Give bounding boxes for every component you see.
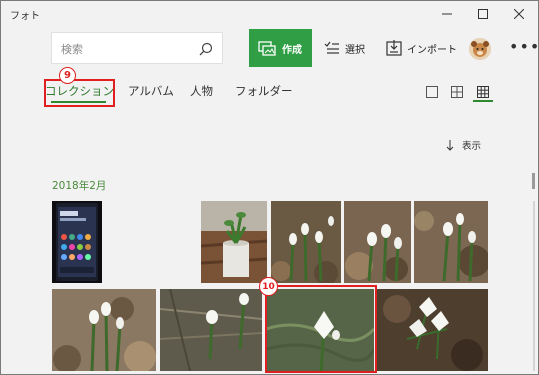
tab-label: 人物 — [190, 84, 213, 98]
photo-thumbnail-snowdrops-5[interactable] — [160, 289, 262, 371]
minimize-button[interactable] — [429, 1, 465, 27]
close-button[interactable] — [501, 1, 537, 27]
tab-label: アルバム — [128, 84, 174, 98]
select-icon — [324, 41, 339, 54]
annotation-badge-10: 10 — [259, 277, 278, 296]
scrollbar-track — [533, 201, 535, 371]
search-box[interactable] — [51, 32, 223, 64]
highlight-box-collection — [44, 79, 115, 107]
sort-label: 表示 — [462, 141, 482, 152]
date-heading: 2018年2月 — [52, 180, 107, 192]
create-label: 作成 — [282, 44, 302, 56]
title-bar: フォト — [1, 1, 538, 27]
active-view-indicator — [473, 100, 493, 102]
import-label: インポート — [407, 44, 457, 56]
tab-folders[interactable]: フォルダー — [235, 81, 293, 107]
import-button[interactable]: インポート — [386, 29, 457, 67]
import-icon — [386, 40, 402, 56]
highlight-box-photo — [265, 285, 377, 373]
tab-album[interactable]: アルバム — [128, 81, 174, 107]
window-title: フォト — [10, 11, 40, 22]
sort-button[interactable]: 表示 — [446, 138, 481, 152]
sort-arrow-icon — [446, 139, 454, 151]
select-button[interactable]: 選択 — [324, 29, 365, 67]
photo-thumbnail-snowdrops-4[interactable] — [52, 289, 156, 371]
view-small-icon[interactable] — [476, 84, 490, 98]
annotation-badge-9: 9 — [59, 67, 76, 84]
photos-window: フォト 作成 選択 — [0, 0, 539, 375]
create-icon — [258, 41, 276, 56]
close-icon — [514, 9, 524, 19]
more-icon[interactable]: ••• — [509, 37, 539, 56]
maximize-icon — [478, 9, 488, 19]
tab-label: フォルダー — [235, 84, 293, 98]
photo-thumbnail-snowdrops-2[interactable] — [344, 201, 411, 283]
photo-thumbnail-potted-plant[interactable] — [201, 201, 267, 283]
create-button[interactable]: 作成 — [249, 29, 312, 67]
photo-thumbnail-snowdrops-3[interactable] — [414, 201, 488, 283]
search-input[interactable] — [61, 40, 191, 58]
select-label: 選択 — [345, 44, 365, 56]
photo-thumbnail-phone[interactable] — [52, 201, 102, 283]
photo-thumbnail-snowdrops-1[interactable] — [271, 201, 341, 283]
vertical-scrollbar[interactable] — [532, 173, 535, 189]
search-icon[interactable] — [199, 41, 213, 60]
photo-thumbnail-snowdrops-6[interactable] — [377, 289, 488, 371]
avatar[interactable] — [469, 38, 491, 60]
maximize-button[interactable] — [465, 1, 501, 27]
minimize-icon — [442, 13, 452, 15]
view-large-icon[interactable] — [425, 84, 439, 98]
tab-people[interactable]: 人物 — [190, 81, 213, 107]
view-medium-icon[interactable] — [450, 84, 464, 98]
